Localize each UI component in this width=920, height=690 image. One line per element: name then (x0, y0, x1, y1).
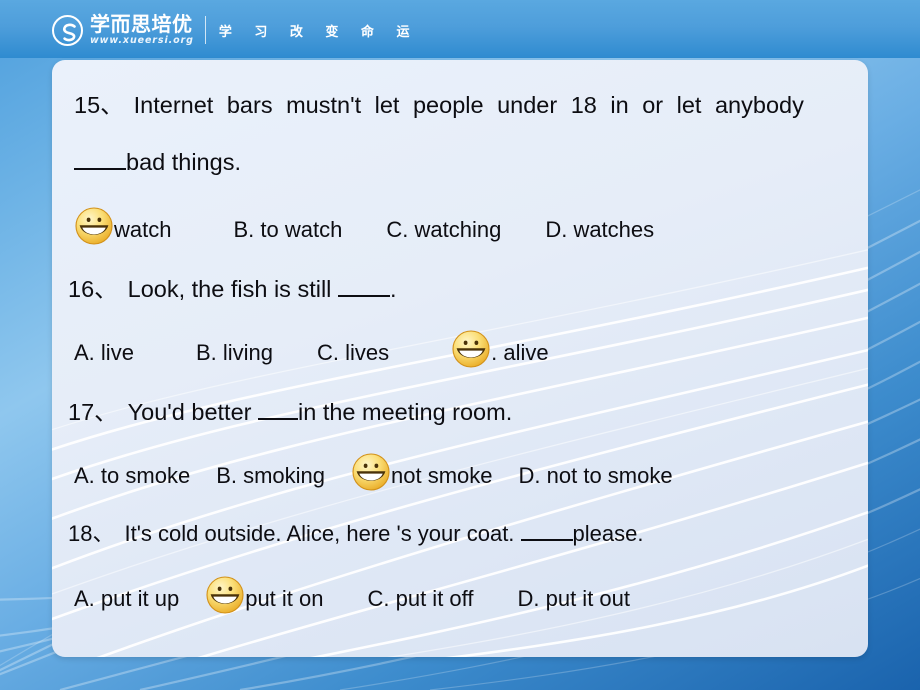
question-15-option-c-text[interactable]: watching (414, 217, 501, 242)
question-16-option-b-text[interactable]: living (223, 340, 273, 365)
question-16-option-c-text[interactable]: lives (345, 340, 389, 365)
question-15-stem-line-2: bad things. (74, 146, 241, 176)
question-17-stem-pre: You'd better (127, 399, 252, 425)
question-17-option-b-text[interactable]: smoking (243, 463, 325, 488)
question-15-option-b-label: B. (233, 216, 255, 242)
question-card: 15、 Internet bars mustn't let people unde… (52, 60, 868, 657)
question-18-blank[interactable] (520, 518, 573, 541)
question-18-stem-pre: It's cold outside. Alice, here 's your c… (124, 521, 515, 546)
brand-name: 学而思培优 (90, 12, 193, 36)
question-18-option-c-label: C. (367, 585, 390, 611)
smiley-marker-icon[interactable] (74, 206, 114, 252)
brand-divider (204, 16, 206, 44)
question-16-blank[interactable] (337, 273, 390, 297)
question-15-blank[interactable] (74, 146, 126, 170)
question-18-stem: 18、 It's cold outside. Alice, here 's you… (68, 516, 644, 548)
question-18-option-d-label: D. (517, 585, 540, 611)
question-15-option-a-text[interactable]: watch (114, 217, 171, 242)
question-18-option-c-text[interactable]: put it off (396, 586, 474, 611)
question-16-option-a-text[interactable]: live (101, 340, 134, 365)
question-16-option-a-label: A. (74, 339, 95, 365)
slide-canvas: 学而思培优 www.xueersi.org 学 习 改 变 命 运 15、 In… (0, 0, 920, 690)
question-16-options: A. live B. living C. lives . alive (74, 329, 549, 377)
question-15-stem-line-1: 15、 Internet bars mustn't let people unde… (74, 86, 804, 120)
question-16-number: 16、 (68, 276, 118, 302)
question-17-option-a-label: A. (74, 462, 95, 488)
question-17-option-a-text[interactable]: to smoke (101, 463, 190, 488)
question-18-number: 18、 (68, 521, 115, 546)
smiley-marker-icon[interactable] (451, 329, 491, 375)
question-17-blank[interactable] (258, 396, 299, 420)
question-15-options: watch B. to watch C. watching D. watches (74, 206, 654, 254)
question-18-option-b-text[interactable]: put it on (245, 586, 323, 611)
question-18-option-a-label: A. (74, 585, 95, 611)
question-15-option-d-text[interactable]: watches (573, 217, 654, 242)
smiley-marker-icon[interactable] (351, 452, 391, 498)
question-16-stem: 16、 Look, the fish is still . (68, 270, 396, 304)
question-15-stem-text-2: bad things. (126, 149, 241, 175)
question-18-option-d-text[interactable]: put it out (546, 586, 630, 611)
question-15-option-c-label: C. (386, 216, 409, 242)
question-17-option-b-label: B. (216, 462, 237, 488)
question-18-options: A. put it up put it on C. put it off D. … (74, 575, 630, 623)
question-17-stem-post: in the meeting room. (298, 399, 513, 425)
question-15-number: 15、 (74, 92, 124, 118)
brand-url[interactable]: www.xueersi.org (90, 35, 194, 46)
xueersi-logo-icon (52, 14, 83, 46)
question-17-option-d-label: D. (518, 462, 541, 488)
question-17-options: A. to smoke B. smoking not smoke D. not … (74, 452, 673, 500)
question-17-stem: 17、 You'd better in the meeting room. (68, 393, 512, 427)
question-18-stem-post: please. (572, 521, 644, 546)
question-16-stem-pre: Look, the fish is still (127, 276, 332, 302)
question-15-option-d-label: D. (545, 216, 568, 242)
question-18-option-a-text[interactable]: put it up (101, 586, 179, 611)
question-17-number: 17、 (68, 399, 118, 425)
question-16-stem-post: . (389, 276, 397, 302)
logo-s-glyph (62, 23, 76, 41)
brand-tagline: 学 习 改 变 命 运 (218, 24, 419, 40)
question-16-option-b-label: B. (195, 339, 217, 365)
brand-bar: 学而思培优 www.xueersi.org 学 习 改 变 命 运 (0, 0, 920, 58)
smiley-marker-icon[interactable] (205, 575, 245, 621)
question-17-option-d-text[interactable]: not to smoke (547, 463, 673, 488)
question-17-option-c-text[interactable]: not smoke (391, 463, 493, 488)
question-16-option-c-label: C. (317, 339, 339, 365)
question-15-option-b-text[interactable]: to watch (260, 217, 342, 242)
question-16-option-d-text[interactable]: alive (503, 340, 548, 365)
question-15-stem-text: Internet bars mustn't let people under 1… (133, 92, 804, 118)
